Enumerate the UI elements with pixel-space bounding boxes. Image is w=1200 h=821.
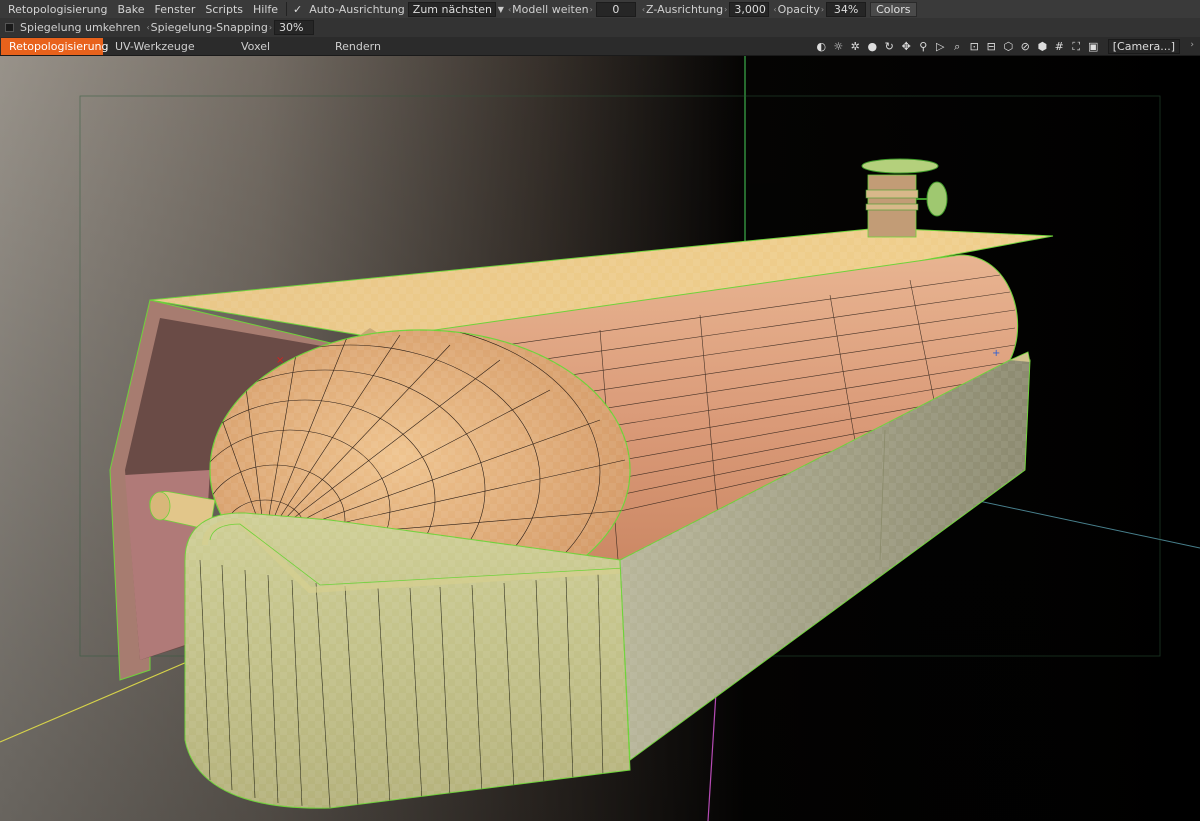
frame-icon[interactable]: ⊟ <box>984 40 998 54</box>
auto-align-checkbox[interactable]: ✓ <box>293 3 302 16</box>
menu-help[interactable]: Hilfe <box>248 3 283 16</box>
snap-mode-dropdown[interactable]: Zum nächsten P ▼ <box>407 1 504 17</box>
chevron-down-icon: ▼ <box>497 4 504 14</box>
contrast-icon[interactable]: ◐ <box>814 40 828 54</box>
main-toolbar: Retopologisierung Bake Fenster Scripts H… <box>0 0 1200 18</box>
viewport-3d[interactable]: × + <box>0 56 1200 821</box>
prohibit-icon[interactable]: ⊘ <box>1018 40 1032 54</box>
increment-arrow-icon[interactable]: › <box>590 5 593 14</box>
tab-retopology[interactable]: Retopologisierung <box>1 37 109 55</box>
light-settings-icon[interactable]: ✲ <box>848 40 862 54</box>
mirror-snapping-label: Spiegelung-Snapping <box>150 21 268 34</box>
chevron-right-icon[interactable]: › <box>1190 40 1194 50</box>
increment-arrow-icon[interactable]: › <box>821 5 824 14</box>
opacity-label: Opacity <box>777 2 820 16</box>
z-align-label: Z-Ausrichtung <box>646 2 724 16</box>
menu-window[interactable]: Fenster <box>150 3 201 16</box>
cube-icon[interactable]: ⬢ <box>1035 40 1049 54</box>
viewport-toolbar: ◐ ☼ ✲ ● ↻ ✥ ⚲ ▷ ⌕ ⊡ ⊟ ⬡ ⊘ ⬢ # ⛶ ▣ [Camer… <box>813 37 1180 56</box>
search-icon[interactable]: ⌕ <box>950 40 964 54</box>
mirror-snapping-field[interactable]: 30% <box>274 20 315 35</box>
auto-align-label: Auto-Ausrichtung <box>309 2 405 16</box>
lightbulb-icon[interactable]: ☼ <box>831 40 845 54</box>
divider <box>286 2 288 16</box>
menu-bake[interactable]: Bake <box>113 3 150 16</box>
snap-mode-value: Zum nächsten P <box>407 1 496 17</box>
symmetry-toolbar: Spiegelung umkehren ‹ Spiegelung-Snappin… <box>0 18 1200 37</box>
play-icon[interactable]: ▷ <box>933 40 947 54</box>
model-expand-field[interactable]: 0 <box>595 1 636 17</box>
camera-dropdown[interactable]: [Camera...] <box>1107 39 1180 54</box>
rotate-icon[interactable]: ↻ <box>882 40 896 54</box>
z-align-field[interactable]: 3,000 <box>729 1 770 17</box>
svg-text:+: + <box>992 348 1000 359</box>
tab-render[interactable]: Rendern <box>323 38 389 55</box>
move-icon[interactable]: ✥ <box>899 40 913 54</box>
increment-arrow-icon[interactable]: › <box>269 23 272 32</box>
model-expand-label: Modell weiten <box>512 2 589 16</box>
grid-icon[interactable]: # <box>1052 40 1066 54</box>
fullscreen-icon[interactable]: ⛶ <box>1069 40 1083 54</box>
rooms-bar: Retopologisierung UV-Werkzeuge Voxel Ren… <box>0 37 1200 56</box>
tab-voxel[interactable]: Voxel <box>227 38 323 55</box>
zoom-icon[interactable]: ⚲ <box>916 40 930 54</box>
opacity-field[interactable]: 34% <box>826 1 867 17</box>
increment-arrow-icon[interactable]: › <box>724 5 727 14</box>
svg-text:×: × <box>276 355 284 366</box>
cube-outline-icon[interactable]: ⬡ <box>1001 40 1015 54</box>
screenshot-icon[interactable]: ▣ <box>1086 40 1100 54</box>
menu-retopology[interactable]: Retopologisierung <box>0 3 113 16</box>
tab-uv-tools[interactable]: UV-Werkzeuge <box>103 38 227 55</box>
viewport-canvas: × + <box>0 56 1200 821</box>
mirror-invert-checkbox[interactable] <box>5 23 14 32</box>
drop-icon[interactable]: ● <box>865 40 879 54</box>
colors-button[interactable]: Colors <box>870 1 917 17</box>
mirror-invert-label: Spiegelung umkehren <box>20 21 141 34</box>
menu-scripts[interactable]: Scripts <box>200 3 248 16</box>
all-icon[interactable]: ⊡ <box>967 40 981 54</box>
